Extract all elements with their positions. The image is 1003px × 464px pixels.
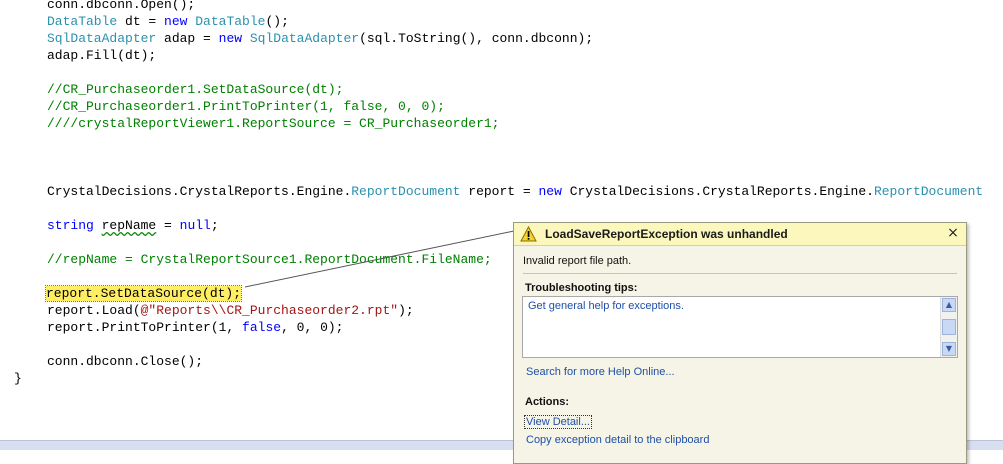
troubleshooting-tips-list[interactable]: Get general help for exceptions. ▲ ▼ <box>522 296 958 358</box>
current-statement[interactable]: report.SetDataSource(dt); <box>44 285 243 302</box>
exception-title: LoadSaveReportException was unhandled <box>545 227 788 241</box>
tip-link[interactable]: Get general help for exceptions. <box>528 300 684 312</box>
view-detail-link[interactable]: View Detail... <box>524 415 592 429</box>
exception-assistant-popup[interactable]: LoadSaveReportException was unhandled × … <box>513 222 967 464</box>
code-line: report.Load(@"Reports\\CR_Purchaseorder2… <box>47 303 414 318</box>
code-line: CrystalDecisions.CrystalReports.Engine.R… <box>47 184 984 199</box>
code-line: conn.dbconn.Close(); <box>47 354 204 369</box>
code-line: string repName = null; <box>47 218 219 233</box>
copy-exception-link[interactable]: Copy exception detail to the clipboard <box>526 434 709 446</box>
code-line: SqlDataAdapter adap = new SqlDataAdapter… <box>47 31 594 46</box>
divider <box>523 273 957 274</box>
code-line: conn.dbconn.Open(); <box>47 0 196 12</box>
search-help-online-link[interactable]: Search for more Help Online... <box>526 366 675 378</box>
scroll-thumb[interactable] <box>942 319 956 335</box>
warning-icon <box>520 226 537 242</box>
popup-header: LoadSaveReportException was unhandled × <box>514 223 966 246</box>
code-line: } <box>14 371 22 386</box>
code-comment: ////crystalReportViewer1.ReportSource = … <box>47 116 500 131</box>
troubleshooting-label: Troubleshooting tips: <box>525 282 638 294</box>
close-icon[interactable]: × <box>946 225 960 241</box>
scroll-up-icon[interactable]: ▲ <box>942 298 956 312</box>
tips-scrollbar[interactable]: ▲ ▼ <box>940 297 957 357</box>
actions-label: Actions: <box>525 396 569 408</box>
exception-message: Invalid report file path. <box>523 255 632 267</box>
scroll-down-icon[interactable]: ▼ <box>942 342 956 356</box>
code-comment: //repName = CrystalReportSource1.ReportD… <box>47 252 492 267</box>
code-line: adap.Fill(dt); <box>47 48 157 63</box>
code-comment: //CR_Purchaseorder1.PrintToPrinter(1, fa… <box>47 99 445 114</box>
code-comment: //CR_Purchaseorder1.SetDataSource(dt); <box>47 82 344 97</box>
code-line: report.PrintToPrinter(1, false, 0, 0); <box>47 320 344 335</box>
code-line: DataTable dt = new DataTable(); <box>47 14 289 29</box>
warning-squiggle[interactable]: repName <box>102 218 157 233</box>
